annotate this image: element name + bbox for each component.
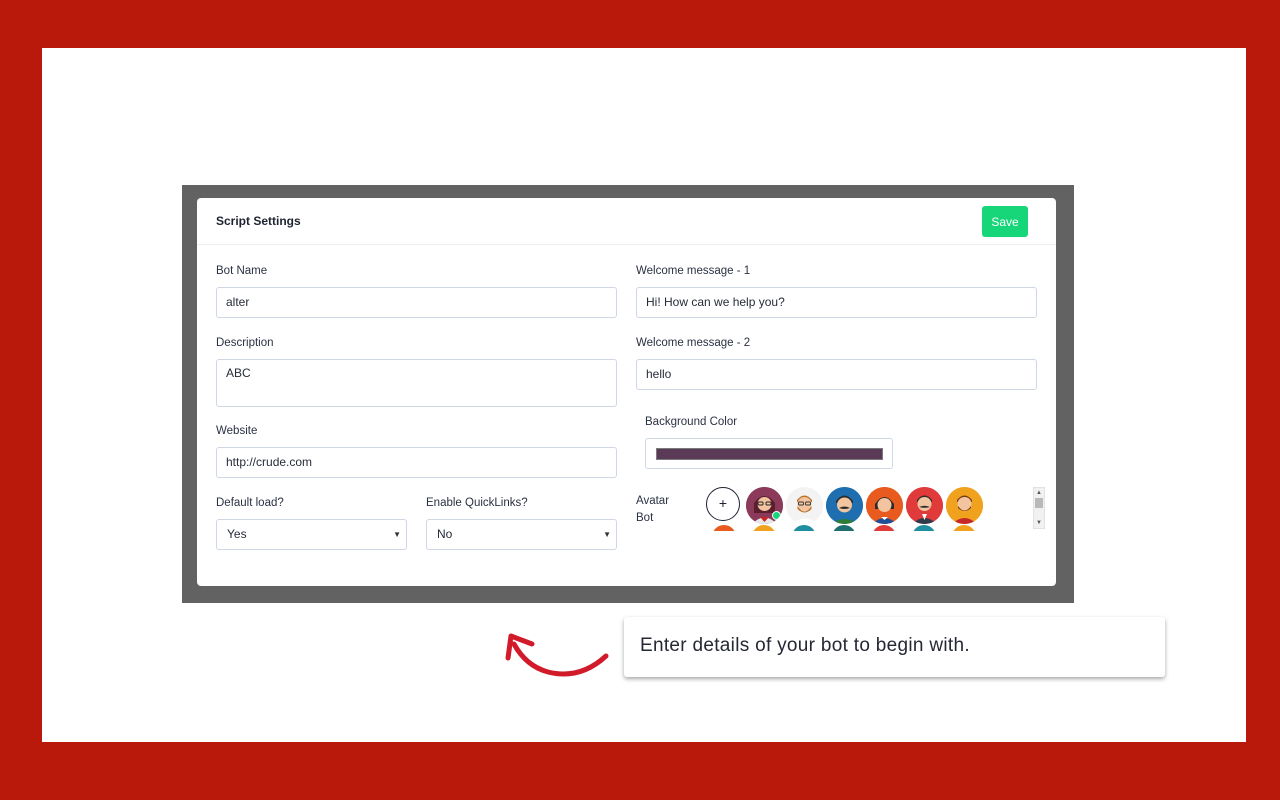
- curved-arrow-icon: [505, 633, 609, 677]
- scroll-thumb[interactable]: [1035, 498, 1043, 508]
- caret-down-icon: ▼: [603, 530, 611, 539]
- callout-text: Enter details of your bot to begin with.: [640, 635, 970, 656]
- scroll-down-icon[interactable]: ▼: [1034, 518, 1044, 528]
- avatar-man-red-shirt[interactable]: [946, 487, 983, 524]
- avatar-row2-5: [872, 525, 896, 531]
- online-status-dot: [772, 511, 781, 520]
- card-title: Script Settings: [216, 214, 301, 228]
- enable-quicklinks-select[interactable]: No ▼: [426, 519, 617, 550]
- welcome-message-2-label: Welcome message - 2: [636, 337, 751, 349]
- default-load-value: Yes: [227, 527, 247, 541]
- enable-quicklinks-value: No: [437, 527, 453, 541]
- caret-down-icon: ▼: [393, 530, 401, 539]
- welcome-message-1-label: Welcome message - 1: [636, 265, 751, 277]
- welcome-message-2-input[interactable]: hello: [636, 359, 1037, 390]
- avatar-row2-2: [752, 525, 776, 531]
- avatar-man-beard[interactable]: [786, 487, 823, 524]
- website-input[interactable]: http://crude.com: [216, 447, 617, 478]
- avatar-scrollbar[interactable]: ▲ ▼: [1033, 487, 1045, 529]
- avatar-bot-label-line1: Avatar: [636, 495, 670, 507]
- callout-box: Enter details of your bot to begin with.: [624, 617, 1165, 677]
- bot-name-input[interactable]: alter: [216, 287, 617, 318]
- avatar-picker: +: [702, 485, 987, 531]
- avatar-row2-1: [712, 525, 736, 531]
- avatar-row2-3: [792, 525, 816, 531]
- enable-quicklinks-label: Enable QuickLinks?: [426, 497, 528, 509]
- bot-name-label: Bot Name: [216, 265, 268, 277]
- script-settings-card: Script Settings Save Bot Name alter Desc…: [197, 198, 1056, 586]
- background-color-label: Background Color: [645, 416, 738, 428]
- avatar-man-mustache[interactable]: [826, 487, 863, 524]
- card-header: Script Settings Save: [197, 198, 1056, 245]
- description-label: Description: [216, 337, 274, 349]
- avatar-woman-glasses[interactable]: [746, 487, 783, 524]
- welcome-message-1-input[interactable]: Hi! How can we help you?: [636, 287, 1037, 318]
- default-load-label: Default load?: [216, 497, 284, 509]
- avatar-man-suit[interactable]: [906, 487, 943, 524]
- avatar-row2-7: [952, 525, 976, 531]
- description-textarea[interactable]: ABC: [216, 359, 617, 407]
- add-avatar-button[interactable]: +: [706, 487, 740, 521]
- default-load-select[interactable]: Yes ▼: [216, 519, 407, 550]
- avatar-row2-4: [832, 525, 856, 531]
- save-button[interactable]: Save: [982, 206, 1028, 237]
- website-label: Website: [216, 425, 258, 437]
- avatar-row2-6: [912, 525, 936, 531]
- avatar-bot-label-line2: Bot: [636, 512, 654, 524]
- avatar-woman-dark-hair[interactable]: [866, 487, 903, 524]
- scroll-up-icon[interactable]: ▲: [1034, 488, 1044, 498]
- background-color-picker[interactable]: [645, 438, 893, 469]
- color-swatch: [656, 448, 883, 460]
